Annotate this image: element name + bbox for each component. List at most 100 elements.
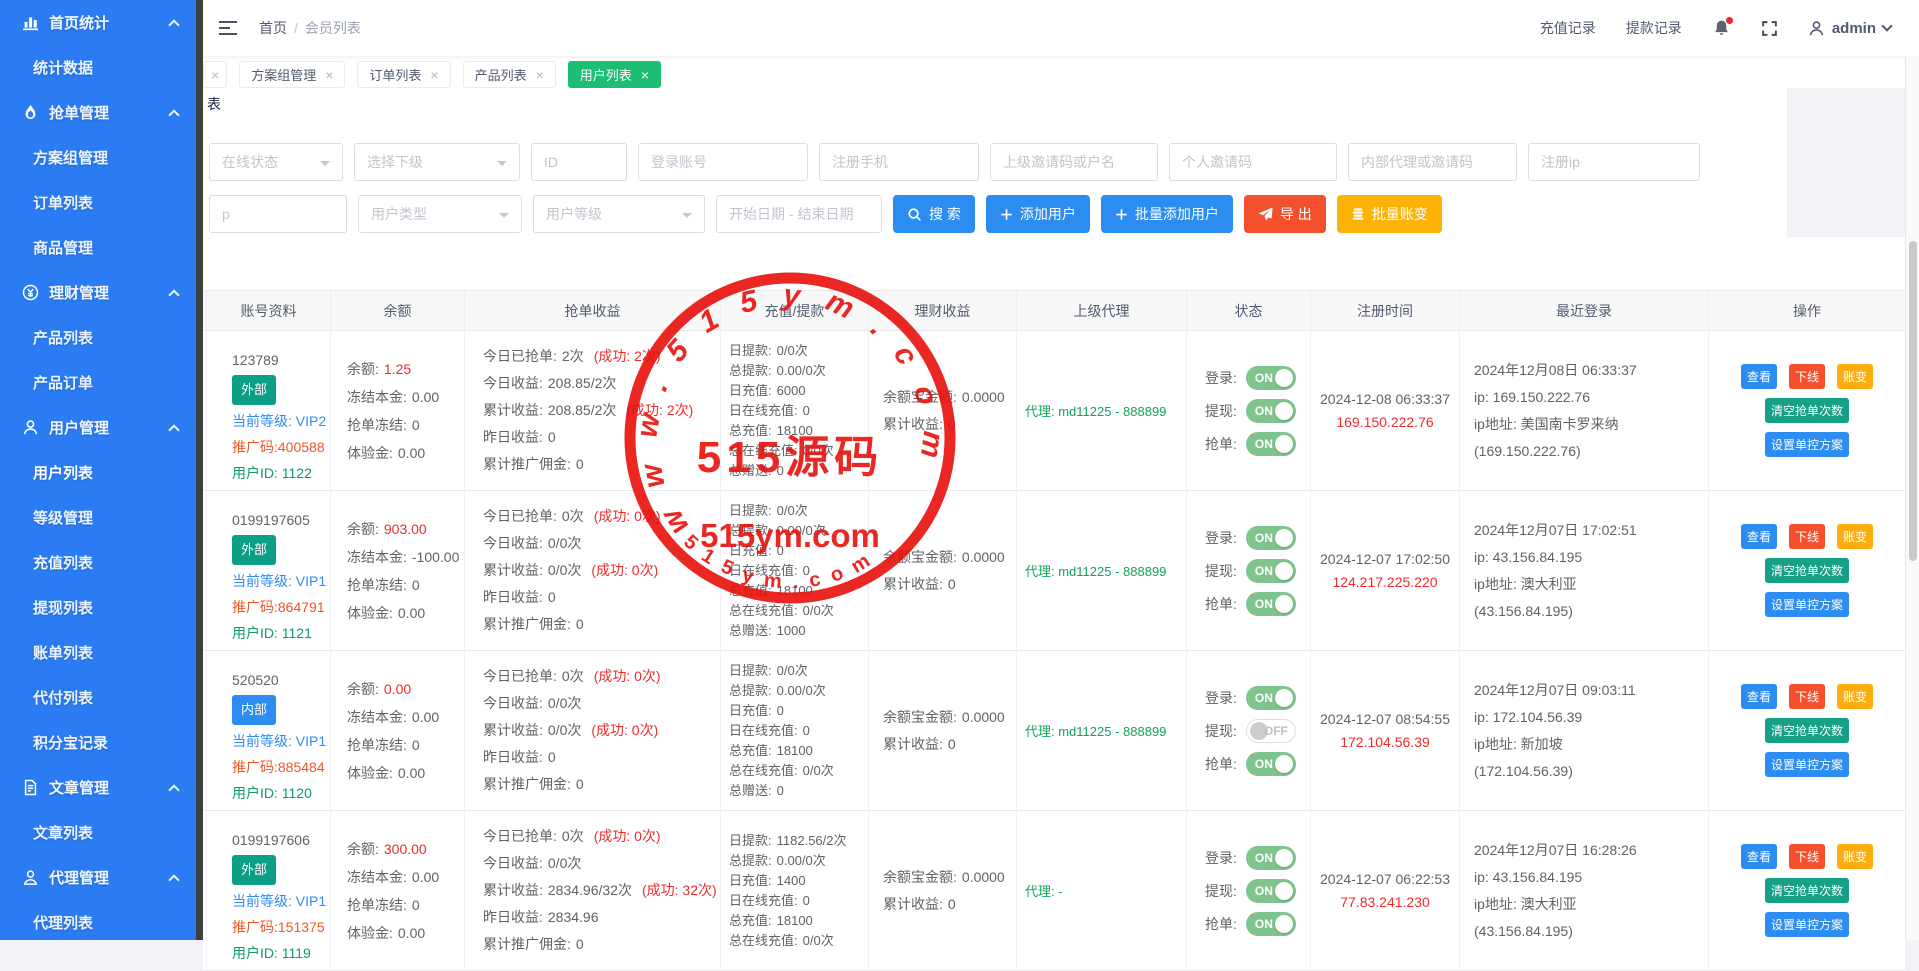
last-login-line: ip: 43.156.84.195	[1474, 864, 1708, 891]
cell-last-login: 2024年12月07日 09:03:11ip: 172.104.56.39ip地…	[1460, 651, 1709, 810]
status-toggle[interactable]: ON	[1246, 366, 1296, 390]
filter-field[interactable]: ID	[531, 143, 627, 181]
chevron-up-icon	[168, 289, 179, 300]
page-scrollbar[interactable]	[1905, 56, 1919, 940]
toggle-state-text: ON	[1255, 531, 1273, 545]
filter-field[interactable]: 内部代理或邀请码	[1348, 143, 1517, 181]
add-user-button[interactable]: 添加用户	[986, 195, 1090, 233]
sidebar-item[interactable]: 代付列表	[0, 675, 196, 720]
page-tab[interactable]: 产品列表	[463, 61, 556, 88]
page-tab[interactable]: 用户列表	[568, 61, 661, 88]
fullscreen-icon[interactable]	[1761, 20, 1778, 37]
row-action-button[interactable]: 下线	[1789, 684, 1825, 709]
status-toggle[interactable]: ON	[1246, 592, 1296, 616]
filter-field[interactable]: 用户类型	[358, 195, 522, 233]
filter-field[interactable]: 用户等级	[533, 195, 705, 233]
status-toggle[interactable]: ON	[1246, 686, 1296, 710]
row-action-button[interactable]: 清空抢单次数	[1765, 558, 1849, 583]
sidebar-item[interactable]: 充值列表	[0, 540, 196, 585]
status-toggle[interactable]: ON	[1246, 399, 1296, 423]
row-action-button[interactable]: 查看	[1741, 844, 1777, 869]
page-tab[interactable]: 方案组管理	[239, 61, 345, 88]
filter-field[interactable]: 上级邀请码或户名	[990, 143, 1158, 181]
row-action-button[interactable]: 账变	[1837, 684, 1873, 709]
status-toggle[interactable]: ON	[1246, 526, 1296, 550]
scrollbar-thumb[interactable]	[1909, 241, 1917, 561]
sidebar-item[interactable]: 方案组管理	[0, 135, 196, 180]
page-tab[interactable]	[203, 61, 227, 88]
recharge-records-link[interactable]: 充值记录	[1540, 18, 1596, 38]
row-action-button[interactable]: 设置单控方案	[1765, 752, 1849, 777]
user-menu[interactable]: admin	[1808, 20, 1891, 37]
sidebar-item[interactable]: 账单列表	[0, 630, 196, 675]
export-button[interactable]: 导 出	[1244, 195, 1326, 233]
status-toggle[interactable]: ON	[1246, 559, 1296, 583]
filter-field[interactable]: 开始日期 - 结束日期	[716, 195, 882, 233]
sidebar-group[interactable]: 理财管理	[0, 270, 196, 315]
row-action-button[interactable]: 查看	[1741, 524, 1777, 549]
sidebar-item[interactable]: 统计数据	[0, 45, 196, 90]
recharge-line: 总充值:18100	[729, 911, 868, 931]
sidebar-item[interactable]: 产品订单	[0, 360, 196, 405]
filter-field[interactable]: 注册手机	[819, 143, 979, 181]
row-action-button[interactable]: 设置单控方案	[1765, 912, 1849, 937]
status-row: 登录: ON	[1205, 846, 1310, 870]
sidebar-scrollbar[interactable]	[196, 0, 203, 940]
sidebar-group[interactable]: 抢单管理	[0, 90, 196, 135]
status-toggle[interactable]: ON	[1246, 846, 1296, 870]
batch-account-change-button[interactable]: 批量账变	[1337, 195, 1442, 233]
status-toggle[interactable]: ON	[1246, 752, 1296, 776]
filter-field[interactable]: 在线状态	[209, 143, 343, 181]
row-action-button[interactable]: 查看	[1741, 684, 1777, 709]
row-action-button[interactable]: 账变	[1837, 364, 1873, 389]
sidebar-item[interactable]: 文章列表	[0, 810, 196, 855]
row-action-button[interactable]: 账变	[1837, 524, 1873, 549]
collapse-sidebar-icon[interactable]	[219, 17, 239, 39]
row-action-button[interactable]: 账变	[1837, 844, 1873, 869]
status-toggle[interactable]: ON	[1246, 912, 1296, 936]
sidebar-item[interactable]: 商品管理	[0, 225, 196, 270]
row-action-button[interactable]: 下线	[1789, 524, 1825, 549]
balance-line: 冻结本金:0.00	[347, 703, 464, 731]
batch-add-user-button[interactable]: 批量添加用户	[1101, 195, 1233, 233]
filter-field[interactable]: 登录账号	[638, 143, 808, 181]
username: admin	[1832, 20, 1876, 37]
bell-icon[interactable]	[1712, 19, 1731, 38]
sidebar-group[interactable]: 文章管理	[0, 765, 196, 810]
filter-field[interactable]: 个人邀请码	[1169, 143, 1337, 181]
filter-field[interactable]: 选择下级	[354, 143, 520, 181]
filter-field[interactable]: p	[209, 195, 347, 233]
status-toggle[interactable]: OFF	[1246, 719, 1296, 743]
table-row: 0199197605 外部 当前等级: VIP1 推广码:864791 用户ID…	[203, 491, 1905, 651]
withdraw-records-link[interactable]: 提款记录	[1626, 18, 1682, 38]
sidebar-item[interactable]: 订单列表	[0, 180, 196, 225]
sidebar-group[interactable]: 代理管理	[0, 855, 196, 900]
sidebar-group[interactable]: 首页统计	[0, 0, 196, 45]
balance-line: 体验金:0.00	[347, 759, 464, 787]
cell-order-income: 今日已抢单:0次(成功: 0次)今日收益:0/0次累计收益:0/0次(成功: 0…	[465, 651, 721, 810]
row-action-button[interactable]: 下线	[1789, 364, 1825, 389]
status-toggle[interactable]: ON	[1246, 879, 1296, 903]
row-action-button[interactable]: 设置单控方案	[1765, 592, 1849, 617]
account-level: 当前等级: VIP1	[232, 728, 330, 754]
row-action-button[interactable]: 下线	[1789, 844, 1825, 869]
sidebar-item[interactable]: 产品列表	[0, 315, 196, 360]
status-toggle[interactable]: ON	[1246, 432, 1296, 456]
sidebar-group[interactable]: 用户管理	[0, 405, 196, 450]
filter-field[interactable]: 注册ip	[1528, 143, 1700, 181]
sidebar-item[interactable]: 提现列表	[0, 585, 196, 630]
sidebar-group-icon	[22, 419, 39, 436]
sidebar-item[interactable]: 代理列表	[0, 900, 196, 945]
page-tab[interactable]: 订单列表	[357, 61, 450, 88]
row-action-button[interactable]: 设置单控方案	[1765, 432, 1849, 457]
sidebar-item[interactable]: 等级管理	[0, 495, 196, 540]
sidebar-item[interactable]: 用户列表	[0, 450, 196, 495]
row-action-button[interactable]: 查看	[1741, 364, 1777, 389]
row-action-button[interactable]: 清空抢单次数	[1765, 398, 1849, 423]
search-button[interactable]: 搜 索	[893, 195, 975, 233]
row-action-button[interactable]: 清空抢单次数	[1765, 718, 1849, 743]
th-register-time: 注册时间	[1311, 291, 1460, 330]
row-action-button[interactable]: 清空抢单次数	[1765, 878, 1849, 903]
breadcrumb-home[interactable]: 首页	[259, 18, 287, 38]
sidebar-item[interactable]: 积分宝记录	[0, 720, 196, 765]
